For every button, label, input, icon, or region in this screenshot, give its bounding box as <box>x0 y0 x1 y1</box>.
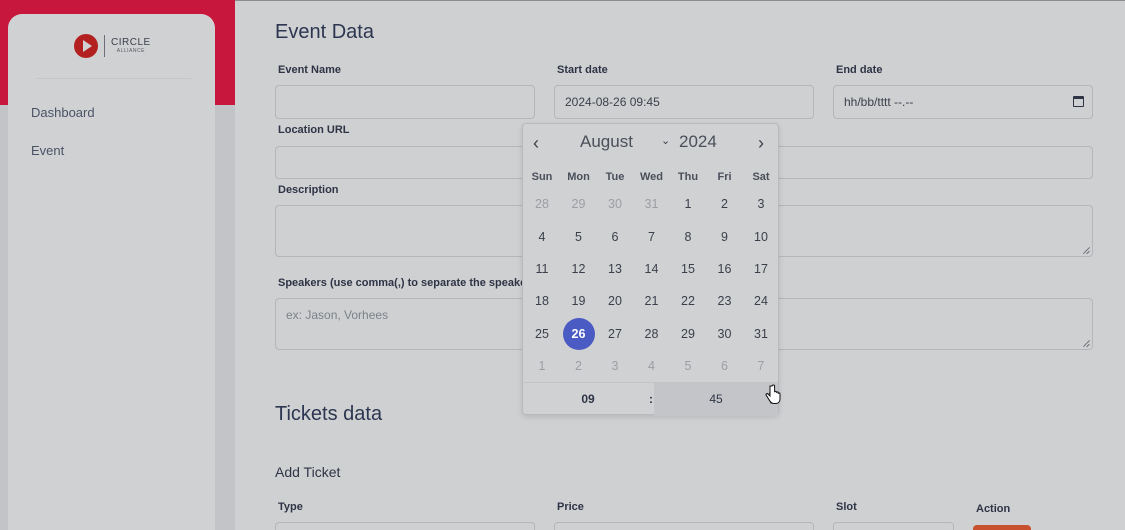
logo-line-1: CIRCLE <box>111 37 151 48</box>
chevron-down-icon[interactable]: ⌄ <box>661 134 670 147</box>
ticket-type-input[interactable] <box>275 522 535 530</box>
calendar-day[interactable]: 11 <box>526 253 558 285</box>
calendar-day[interactable]: 4 <box>526 221 558 253</box>
weekday-label: Thu <box>677 171 699 183</box>
event-name-label: Event Name <box>278 64 341 76</box>
calendar-day[interactable]: 8 <box>672 221 704 253</box>
calendar-day[interactable]: 7 <box>636 221 668 253</box>
end-date-placeholder: hh/bb/tttt --.-- <box>844 95 914 109</box>
sidebar-item-event[interactable]: Event <box>31 143 64 158</box>
calendar-day[interactable]: 24 <box>745 285 777 317</box>
speakers-placeholder: ex: Jason, Vorhees <box>286 308 389 322</box>
calendar-day[interactable]: 3 <box>599 350 631 382</box>
end-date-label: End date <box>836 64 883 76</box>
time-picker: 09 : 45 ▲▼ <box>523 382 778 416</box>
location-url-label: Location URL <box>278 124 350 136</box>
calendar-day[interactable]: 25 <box>526 318 558 350</box>
play-logo-icon <box>74 34 98 58</box>
weekday-label: Tue <box>605 171 625 183</box>
weekday-label: Sat <box>752 171 770 183</box>
calendar-day[interactable]: 2 <box>563 350 595 382</box>
add-ticket-heading: Add Ticket <box>275 464 341 480</box>
calendar-day[interactable]: 16 <box>709 253 741 285</box>
calendar-day[interactable]: 19 <box>563 285 595 317</box>
speakers-label: Speakers (use comma(,) to separate the s… <box>278 277 522 289</box>
calendar-day[interactable]: 28 <box>526 188 558 220</box>
ticket-slot-input[interactable] <box>833 522 954 530</box>
add-ticket-button[interactable] <box>973 525 1031 530</box>
prev-month-icon[interactable]: ‹ <box>533 134 543 152</box>
year-input[interactable]: 2024 <box>679 132 717 152</box>
sidebar-divider <box>36 78 191 79</box>
ticket-action-label: Action <box>976 503 1011 515</box>
calendar-day[interactable]: 3 <box>745 188 777 220</box>
event-name-input[interactable] <box>275 85 535 119</box>
ticket-type-label: Type <box>278 501 303 513</box>
weekday-label: Sun <box>531 171 553 183</box>
calendar-day[interactable]: 6 <box>599 221 631 253</box>
datepicker-popup: ‹ August ⌄ 2024 › Sun Mon Tue Wed Thu Fri Sat … <box>522 123 779 416</box>
calendar-day[interactable]: 23 <box>709 285 741 317</box>
hand-pointer-cursor-icon <box>765 384 781 404</box>
calendar-day[interactable]: 31 <box>636 188 668 220</box>
ticket-price-label: Price <box>557 501 584 513</box>
calendar-day[interactable]: 20 <box>599 285 631 317</box>
calendar-day[interactable]: 27 <box>599 318 631 350</box>
calendar-day[interactable]: 12 <box>563 253 595 285</box>
calendar-day[interactable]: 2 <box>709 188 741 220</box>
calendar-day[interactable]: 5 <box>672 350 704 382</box>
weekday-label: Mon <box>567 171 590 183</box>
selected-day[interactable]: 26 <box>562 318 595 350</box>
calendar-day[interactable]: 4 <box>636 350 668 382</box>
time-separator: : <box>649 392 653 406</box>
calendar-day[interactable]: 28 <box>636 318 668 350</box>
resize-handle-icon[interactable] <box>1083 340 1090 347</box>
next-month-icon[interactable]: › <box>758 134 768 152</box>
description-label: Description <box>278 184 339 196</box>
weekday-label: Wed <box>639 171 664 183</box>
end-date-input[interactable]: hh/bb/tttt --.-- <box>833 85 1093 119</box>
calendar-day[interactable]: 10 <box>745 221 777 253</box>
calendar-day[interactable]: 31 <box>745 318 777 350</box>
calendar-day[interactable]: 29 <box>563 188 595 220</box>
calendar-day[interactable]: 30 <box>709 318 741 350</box>
sidebar-item-dashboard[interactable]: Dashboard <box>31 105 95 120</box>
calendar-day[interactable]: 1 <box>672 188 704 220</box>
ticket-price-input[interactable] <box>554 522 814 530</box>
logo-line-2: ALLIANCE <box>116 48 145 54</box>
brand-logo[interactable]: CIRCLE ALLIANCE <box>74 34 151 58</box>
minute-input[interactable]: 45 <box>654 383 778 416</box>
calendar-day[interactable]: 30 <box>599 188 631 220</box>
calendar-day[interactable]: 7 <box>745 350 777 382</box>
calendar-day[interactable]: 15 <box>672 253 704 285</box>
start-date-value: 2024-08-26 09:45 <box>565 95 660 109</box>
calendar-day[interactable]: 17 <box>745 253 777 285</box>
event-data-heading: Event Data <box>275 21 374 43</box>
logo-text: CIRCLE ALLIANCE <box>111 38 151 54</box>
calendar-day[interactable]: 21 <box>636 285 668 317</box>
calendar-day[interactable]: 29 <box>672 318 704 350</box>
calendar-day[interactable]: 5 <box>563 221 595 253</box>
start-date-label: Start date <box>557 64 608 76</box>
ticket-slot-label: Slot <box>836 501 857 513</box>
calendar-day[interactable]: 18 <box>526 285 558 317</box>
weekday-label: Fri <box>717 171 732 183</box>
resize-handle-icon[interactable] <box>1083 247 1090 254</box>
calendar-day[interactable]: 6 <box>709 350 741 382</box>
calendar-day[interactable]: 13 <box>599 253 631 285</box>
tickets-data-heading: Tickets data <box>275 403 383 425</box>
calendar-day[interactable]: 1 <box>526 350 558 382</box>
start-date-input[interactable]: 2024-08-26 09:45 <box>554 85 814 119</box>
hour-input[interactable]: 09 <box>523 383 653 416</box>
calendar-day[interactable]: 14 <box>636 253 668 285</box>
sidebar: CIRCLE ALLIANCE Dashboard Event <box>8 14 215 530</box>
calendar-icon[interactable] <box>1073 96 1084 107</box>
calendar-day[interactable]: 22 <box>672 285 704 317</box>
logo-divider <box>104 35 105 57</box>
month-select[interactable]: August <box>580 132 633 152</box>
calendar-day[interactable]: 9 <box>709 221 741 253</box>
